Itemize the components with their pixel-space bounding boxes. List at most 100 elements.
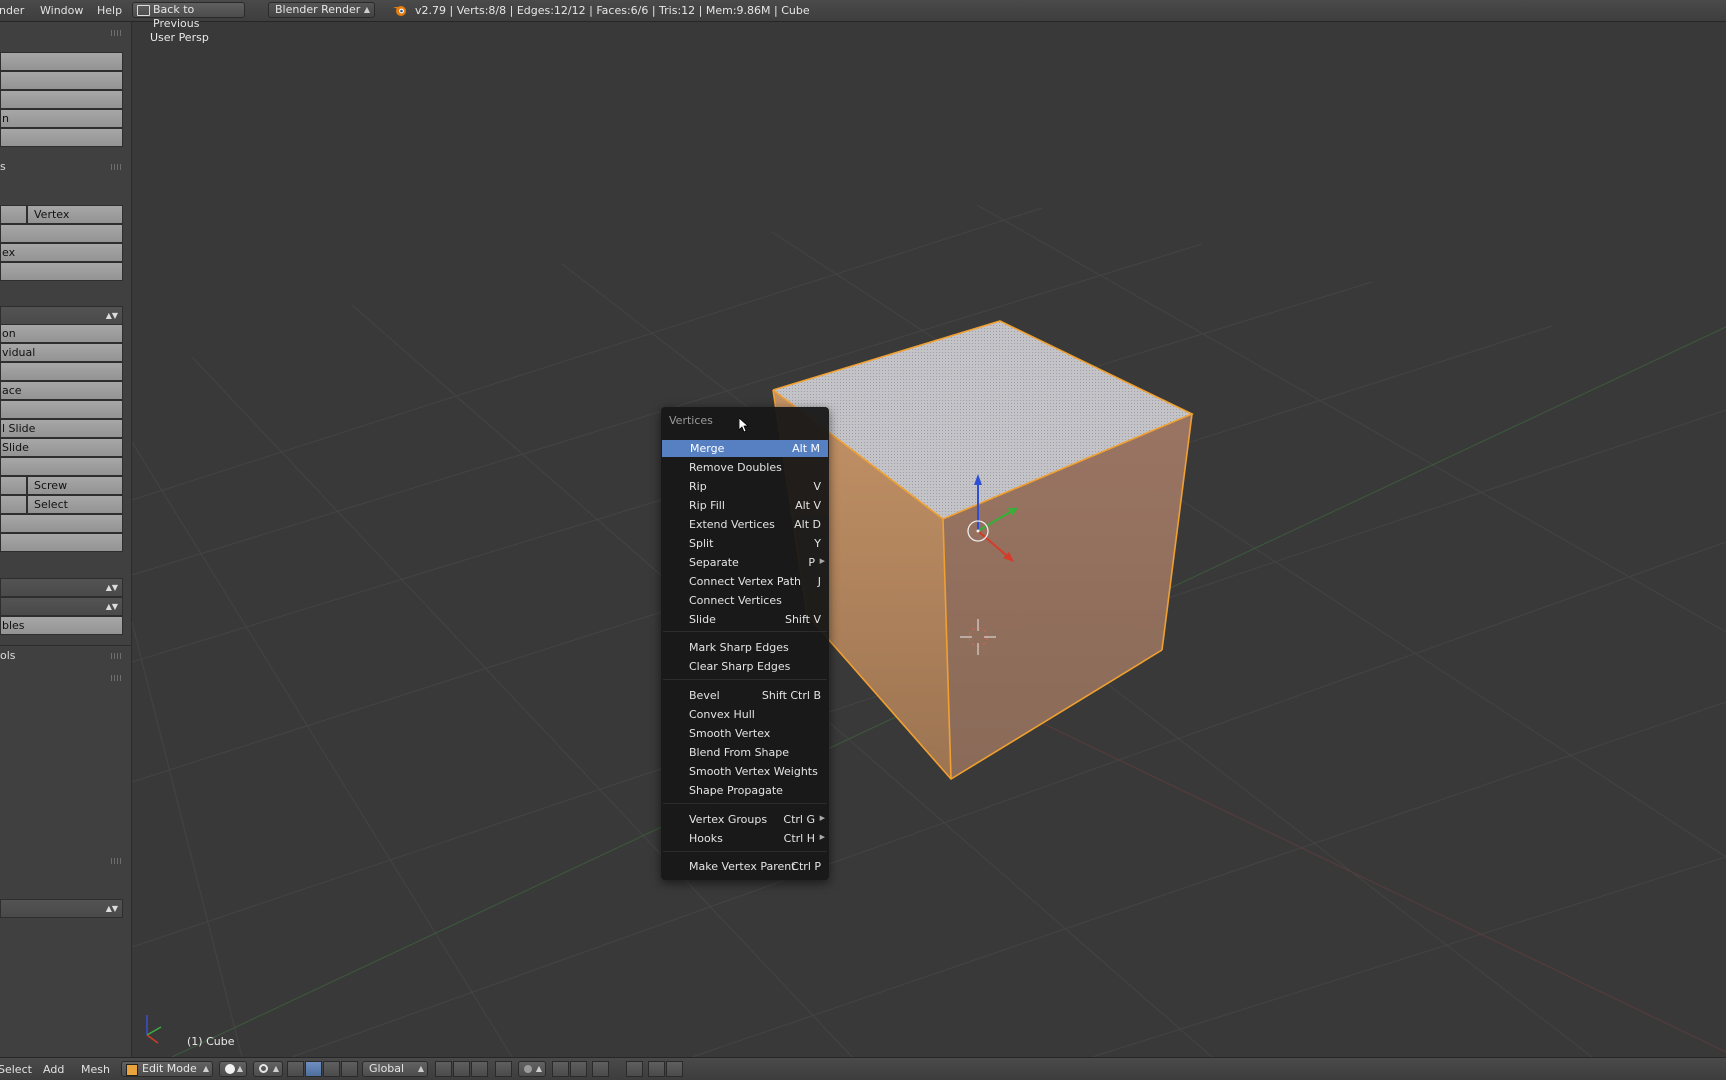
snap-toggle-icon[interactable] — [552, 1061, 569, 1077]
shelf-button[interactable]: on — [0, 324, 123, 343]
menu-item-slide[interactable]: Slide Shift V — [661, 611, 829, 628]
shelf-dropdown[interactable]: ▲▼ — [0, 306, 123, 325]
shelf-button[interactable] — [0, 224, 123, 243]
menu-item-convex-hull[interactable]: Convex Hull — [661, 706, 829, 723]
menu-item-rip-fill[interactable]: Rip Fill Alt V — [661, 497, 829, 514]
updown-arrow-icon: ▲ — [272, 1064, 279, 1073]
menu-item-rip[interactable]: Rip V — [661, 478, 829, 495]
shelf-dropdown[interactable]: ▲▼ — [0, 899, 123, 918]
menu-mesh[interactable]: Mesh — [81, 1063, 110, 1076]
shelf-button[interactable] — [0, 262, 123, 281]
face-select-mode-icon[interactable] — [471, 1061, 488, 1077]
menu-item-bevel[interactable]: Bevel Shift Ctrl B — [661, 687, 829, 704]
menu-item-label: Clear Sharp Edges — [689, 660, 791, 673]
menu-item-split[interactable]: Split Y — [661, 535, 829, 552]
proportional-edit-select[interactable]: ▲ — [518, 1061, 546, 1077]
menu-item-remove-doubles[interactable]: Remove Doubles — [661, 459, 829, 476]
menu-title: Vertices — [669, 414, 713, 427]
transform-orientation-select[interactable]: Global ▲ — [362, 1061, 428, 1077]
shelf-button[interactable] — [0, 457, 123, 476]
view-name-label: User Persp — [150, 31, 209, 44]
shelf-button[interactable]: l Slide — [0, 419, 123, 438]
menu-item-vertex-groups[interactable]: Vertex Groups Ctrl G ▶ — [661, 811, 829, 828]
menu-select[interactable]: Select — [0, 1063, 32, 1076]
shelf-dropdown[interactable]: ▲▼ — [0, 578, 123, 597]
shelf-button[interactable]: vidual — [0, 343, 123, 362]
menu-item-make-vertex-parent[interactable]: Make Vertex Parent Ctrl P — [661, 858, 829, 875]
back-to-previous-button[interactable]: Back to Previous — [132, 2, 245, 30]
render-engine-select[interactable]: Blender Render ▲ — [268, 2, 375, 18]
menu-help[interactable]: Help — [97, 4, 122, 17]
shelf-button[interactable]: n — [0, 109, 123, 128]
updown-arrow-icon: ▲ — [363, 5, 370, 14]
menu-item-shape-propagate[interactable]: Shape Propagate — [661, 782, 829, 799]
updown-arrow-icon: ▲▼ — [105, 311, 118, 320]
menu-item-clear-sharp-edges[interactable]: Clear Sharp Edges — [661, 658, 829, 675]
shelf-button[interactable] — [0, 71, 123, 90]
select-button[interactable]: Select — [27, 495, 123, 514]
edge-select-mode-icon[interactable] — [453, 1061, 470, 1077]
3d-viewport[interactable]: User Persp (1) Cube Vertices Merge Alt M… — [132, 22, 1726, 1057]
snap-target-icon[interactable] — [592, 1061, 609, 1077]
back-icon — [137, 5, 150, 16]
render-animation-icon[interactable] — [666, 1061, 683, 1077]
menu-add[interactable]: Add — [43, 1063, 64, 1076]
limit-selection-icon[interactable] — [495, 1061, 512, 1077]
panel-grip-icon[interactable] — [111, 653, 123, 659]
menu-item-mark-sharp-edges[interactable]: Mark Sharp Edges — [661, 639, 829, 656]
shelf-button[interactable]: bles — [0, 616, 123, 635]
panel-grip-icon[interactable] — [111, 858, 123, 864]
menu-item-merge[interactable]: Merge Alt M — [662, 440, 828, 457]
menu-item-hooks[interactable]: Hooks Ctrl H ▶ — [661, 830, 829, 847]
3d-view-header: Select Add Mesh Edit Mode ▲ ▲ ▲ Global ▲… — [0, 1057, 1726, 1080]
menu-item-connect-vertices[interactable]: Connect Vertices — [661, 592, 829, 609]
shelf-button[interactable] — [0, 400, 123, 419]
vertex-select-mode-icon[interactable] — [435, 1061, 452, 1077]
menu-item-separate[interactable]: Separate P ▶ — [661, 554, 829, 571]
shelf-dropdown[interactable]: ▲▼ — [0, 597, 123, 616]
menu-item-label: Mark Sharp Edges — [689, 641, 789, 654]
scale-manipulator-icon[interactable] — [341, 1061, 358, 1077]
menu-item-smooth-vertex-weights[interactable]: Smooth Vertex Weights — [661, 763, 829, 780]
menu-window[interactable]: Window — [40, 4, 83, 17]
rotate-manipulator-icon[interactable] — [323, 1061, 340, 1077]
shelf-button[interactable] — [0, 52, 123, 71]
panel-header[interactable]: s — [0, 160, 6, 173]
translate-manipulator-icon[interactable] — [305, 1061, 322, 1077]
shelf-button[interactable]: ace — [0, 381, 123, 400]
menu-item-label: Rip Fill — [689, 499, 725, 512]
shelf-button[interactable] — [0, 205, 27, 224]
blender-logo-icon — [393, 6, 406, 16]
menu-item-smooth-vertex[interactable]: Smooth Vertex — [661, 725, 829, 742]
shelf-button[interactable] — [0, 128, 123, 147]
shelf-button[interactable] — [0, 514, 123, 533]
shelf-button[interactable]: Slide — [0, 438, 123, 457]
shelf-button[interactable]: ex — [0, 243, 123, 262]
opengl-render-icon[interactable] — [626, 1061, 643, 1077]
shelf-button[interactable] — [0, 476, 27, 495]
vertex-button[interactable]: Vertex — [27, 205, 123, 224]
menu-item-extend-vertices[interactable]: Extend Vertices Alt D — [661, 516, 829, 533]
menu-item-shortcut: J — [817, 575, 821, 588]
menu-item-connect-vertex-path[interactable]: Connect Vertex Path J — [661, 573, 829, 590]
mode-select[interactable]: Edit Mode ▲ — [121, 1061, 213, 1077]
panel-grip-icon[interactable] — [111, 30, 123, 36]
shelf-button[interactable] — [0, 362, 123, 381]
updown-arrow-icon: ▲ — [236, 1064, 243, 1073]
menu-separator — [663, 803, 827, 804]
opengl-animation-icon[interactable] — [648, 1061, 665, 1077]
pivot-point-select[interactable]: ▲ — [253, 1061, 283, 1077]
panel-header[interactable]: ols — [0, 649, 16, 662]
shelf-button[interactable] — [0, 495, 27, 514]
panel-divider — [0, 645, 131, 646]
menu-render[interactable]: nder — [0, 4, 24, 17]
menu-item-blend-from-shape[interactable]: Blend From Shape — [661, 744, 829, 761]
snap-element-icon[interactable] — [570, 1061, 587, 1077]
screw-button[interactable]: Screw — [27, 476, 123, 495]
panel-grip-icon[interactable] — [111, 675, 123, 681]
viewport-shading-select[interactable]: ▲ — [219, 1061, 247, 1077]
panel-grip-icon[interactable] — [111, 164, 123, 170]
shelf-button[interactable] — [0, 533, 123, 552]
shelf-button[interactable] — [0, 90, 123, 109]
manipulator-toggle-icon[interactable] — [287, 1061, 304, 1077]
